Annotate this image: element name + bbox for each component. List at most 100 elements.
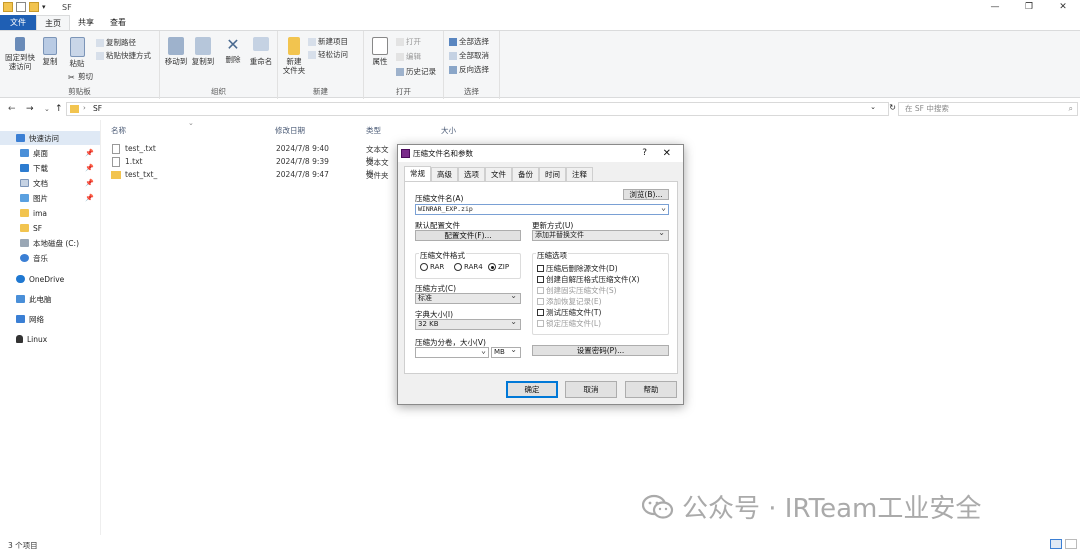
tab-file[interactable]: 文件 <box>0 15 36 30</box>
properties-icon[interactable] <box>16 2 26 12</box>
tab-comment[interactable]: 注释 <box>566 167 593 181</box>
open-button[interactable]: 打开 <box>396 36 421 47</box>
desktop-icon <box>20 149 29 157</box>
archive-name-input[interactable]: WINRAR_EXP.zip ⌄ <box>415 203 669 215</box>
delete-button[interactable]: ✕ 删除 <box>222 35 244 64</box>
set-password-button[interactable]: 设置密码(P)... <box>532 345 669 356</box>
up-icon[interactable]: ↑ <box>55 104 63 114</box>
profile-button[interactable]: 配置文件(F)... <box>415 230 521 241</box>
path-segment[interactable]: SF <box>93 104 102 113</box>
rename-button[interactable]: 重命名 <box>248 37 274 66</box>
checkbox-icon <box>537 265 544 272</box>
tab-files[interactable]: 文件 <box>485 167 512 181</box>
dialog-help-button[interactable]: ? <box>642 145 647 162</box>
chevron-down-icon[interactable]: ⌄ <box>661 203 666 212</box>
format-zip-radio[interactable]: ZIP <box>488 263 509 271</box>
new-item-button[interactable]: 新建项目 <box>308 36 348 47</box>
properties-button[interactable]: 属性 <box>369 37 391 66</box>
sidebar-item-label: OneDrive <box>29 274 65 284</box>
sidebar-item-documents[interactable]: 文档 📌 <box>0 176 100 190</box>
back-icon[interactable]: ← <box>8 104 16 114</box>
path-box[interactable]: › SF ⌄ ↻ <box>66 102 896 116</box>
cancel-button[interactable]: 取消 <box>565 381 617 398</box>
group-label-new: 新建 <box>313 87 328 96</box>
chevron-down-icon[interactable]: ⌄ <box>481 346 486 355</box>
split-unit-select[interactable]: MB <box>491 345 521 358</box>
tab-share[interactable]: 共享 <box>70 15 102 30</box>
sidebar-item-label: 下载 <box>33 163 48 173</box>
option-test-checkbox[interactable]: 测试压缩文件(T) <box>537 307 601 318</box>
format-rar4-radio[interactable]: RAR4 <box>454 263 483 271</box>
tab-general[interactable]: 常规 <box>404 166 431 181</box>
edit-button[interactable]: 编辑 <box>396 51 421 62</box>
sidebar-item-ima[interactable]: ima <box>0 206 100 220</box>
new-folder-button[interactable]: 新建 文件夹 <box>282 37 306 75</box>
sidebar-item-music[interactable]: 音乐 <box>0 251 100 265</box>
refresh-icon[interactable]: ↻ <box>889 103 896 112</box>
tab-home[interactable]: 主页 <box>36 15 70 30</box>
copy-to-button[interactable]: 复制到 <box>190 37 216 66</box>
paste-button[interactable]: 粘贴 <box>64 37 90 68</box>
file-row[interactable]: test_txt_ 2024/7/8 9:47 文件夹 <box>104 169 394 182</box>
cut-button[interactable]: ✂ 剪切 <box>68 71 93 82</box>
format-rar-radio[interactable]: RAR <box>420 263 444 271</box>
search-input[interactable]: 在 SF 中搜索 ⌕ <box>898 102 1078 116</box>
paste-shortcut-button[interactable]: 粘贴快捷方式 <box>96 50 151 61</box>
file-row[interactable]: test_.txt 2024/7/8 9:40 文本文档 <box>104 143 394 165</box>
copy-path-button[interactable]: 复制路径 <box>96 37 136 48</box>
browse-button[interactable]: 浏览(B)... <box>623 189 669 200</box>
update-mode-select[interactable]: 添加并替换文件 <box>532 228 669 241</box>
tab-backup[interactable]: 备份 <box>512 167 539 181</box>
select-all-button[interactable]: 全部选择 <box>449 36 489 47</box>
sidebar-item-onedrive[interactable]: OneDrive <box>0 272 100 286</box>
details-view-icon[interactable] <box>1050 539 1062 549</box>
sidebar-item-this-pc[interactable]: 此电脑 <box>0 292 100 306</box>
tab-advanced[interactable]: 高级 <box>431 167 458 181</box>
dialog-close-button[interactable]: ✕ <box>663 145 671 162</box>
sidebar-item-local-disk[interactable]: 本地磁盘 (C:) <box>0 236 100 250</box>
column-date[interactable]: 修改日期 <box>275 125 305 136</box>
column-name[interactable]: 名称 <box>111 125 126 136</box>
sidebar-item-downloads[interactable]: 下载 📌 <box>0 161 100 175</box>
sidebar-item-linux[interactable]: Linux <box>0 332 100 346</box>
pin-button[interactable]: 固定到快 速访问 <box>3 37 37 71</box>
recent-chevron-icon[interactable]: ⌄ <box>44 105 50 113</box>
method-select[interactable]: 标准 <box>415 291 521 304</box>
history-button[interactable]: 历史记录 <box>396 66 436 77</box>
copy-icon <box>43 37 57 55</box>
split-size-input[interactable]: ⌄ <box>415 346 489 358</box>
option-sfx-checkbox[interactable]: 创建自解压格式压缩文件(X) <box>537 274 640 285</box>
easy-access-button[interactable]: 轻松访问 <box>308 49 348 60</box>
pin-icon <box>15 37 25 51</box>
sidebar-item-sf[interactable]: SF <box>0 221 100 235</box>
restore-button[interactable]: ❐ <box>1012 0 1046 14</box>
forward-icon[interactable]: → <box>26 104 34 114</box>
large-icons-view-icon[interactable] <box>1065 539 1077 549</box>
help-button[interactable]: 帮助 <box>625 381 677 398</box>
sidebar-item-pictures[interactable]: 图片 📌 <box>0 191 100 205</box>
tab-options[interactable]: 选项 <box>458 167 485 181</box>
sidebar-item-quick-access[interactable]: 快速访问 <box>0 131 100 145</box>
column-type[interactable]: 类型 <box>366 125 381 136</box>
invert-selection-button[interactable]: 反向选择 <box>449 64 489 75</box>
path-dropdown-icon[interactable]: ⌄ <box>870 103 876 111</box>
file-row[interactable]: 1.txt 2024/7/8 9:39 文本文档 <box>104 156 394 178</box>
select-none-button[interactable]: 全部取消 <box>449 50 489 61</box>
copy-button[interactable]: 复制 <box>38 37 62 66</box>
column-size[interactable]: 大小 <box>441 125 456 136</box>
dictionary-select[interactable]: 32 KB <box>415 317 521 330</box>
sidebar-item-label: 本地磁盘 (C:) <box>33 238 79 248</box>
ok-button[interactable]: 确定 <box>506 381 558 398</box>
sidebar-item-network[interactable]: 网络 <box>0 312 100 326</box>
checkbox-icon <box>537 309 544 316</box>
move-to-button[interactable]: 移动到 <box>164 37 188 66</box>
minimize-button[interactable]: — <box>978 0 1012 14</box>
option-delete-source-checkbox[interactable]: 压缩后删除源文件(D) <box>537 263 618 274</box>
sidebar-item-desktop[interactable]: 桌面 📌 <box>0 146 100 160</box>
tab-time[interactable]: 时间 <box>539 167 566 181</box>
new-folder-icon[interactable] <box>29 2 39 12</box>
chevron-down-icon[interactable]: ▾ <box>42 2 52 12</box>
explorer-window: ▾ SF — ❐ ✕ 文件 主页 共享 查看 固定到快 速访问 复制 粘贴 复制… <box>0 0 1080 552</box>
close-button[interactable]: ✕ <box>1046 0 1080 14</box>
tab-view[interactable]: 查看 <box>102 15 134 30</box>
